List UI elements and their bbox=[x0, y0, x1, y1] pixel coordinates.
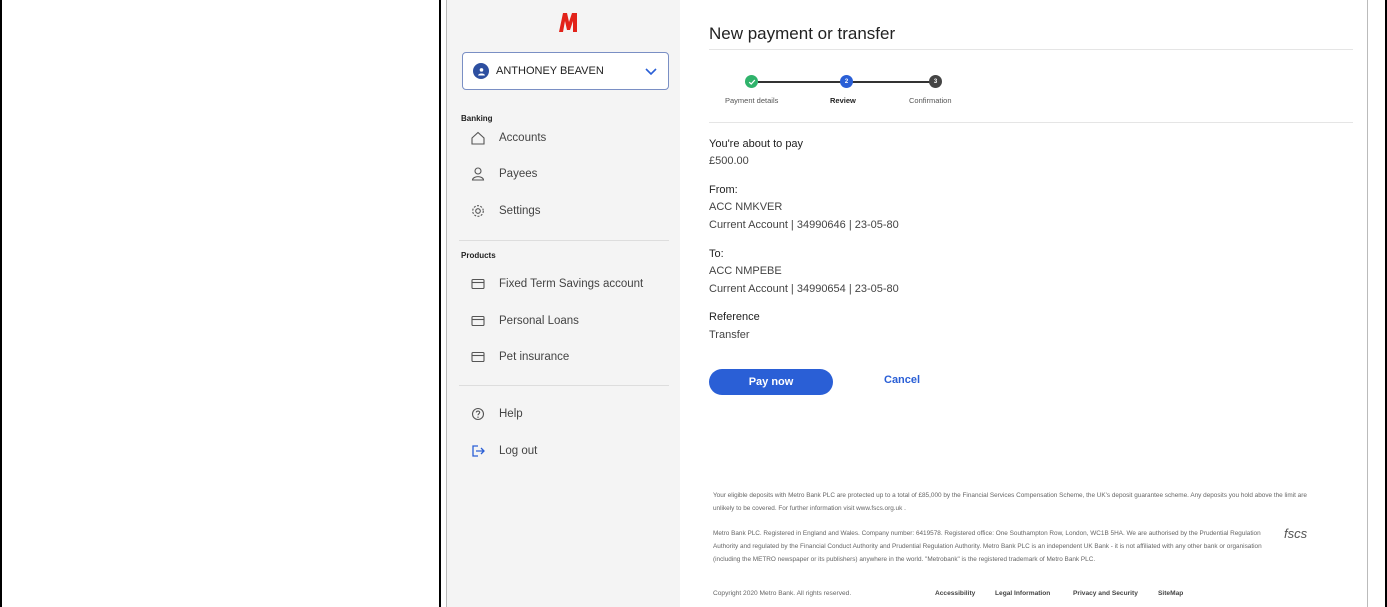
fscs-logo: fscs bbox=[1284, 526, 1308, 541]
sidebar-item-accounts[interactable]: Accounts bbox=[469, 128, 546, 148]
app-container: ANTHONEY BEAVEN Banking Accounts Payees … bbox=[446, 0, 1368, 607]
sidebar-divider bbox=[459, 240, 669, 241]
sidebar-item-personal-loans[interactable]: Personal Loans bbox=[469, 311, 579, 331]
sidebar-item-label: Fixed Term Savings account bbox=[499, 278, 644, 290]
person-icon bbox=[469, 165, 487, 183]
from-label: From: bbox=[709, 184, 738, 196]
gear-icon bbox=[469, 202, 487, 220]
from-account-name: ACC NMKVER bbox=[709, 201, 783, 213]
home-icon bbox=[469, 129, 487, 147]
step-label-payment-details: Payment details bbox=[725, 96, 779, 105]
to-account-detail: Current Account | 34990654 | 23-05-80 bbox=[709, 283, 899, 295]
user-account-select[interactable]: ANTHONEY BEAVEN bbox=[462, 52, 669, 90]
from-account-detail: Current Account | 34990646 | 23-05-80 bbox=[709, 219, 899, 231]
sidebar-item-label: Accounts bbox=[499, 132, 547, 144]
banking-section-title: Banking bbox=[461, 114, 493, 123]
sidebar-divider bbox=[459, 385, 669, 386]
cancel-link[interactable]: Cancel bbox=[884, 374, 920, 386]
stepper-connector bbox=[852, 81, 930, 83]
main-content: New payment or transfer 2 3 Payment deta… bbox=[680, 0, 1367, 607]
fscs-disclaimer: Your eligible deposits with Metro Bank P… bbox=[713, 492, 1307, 512]
sidebar-item-label: Help bbox=[499, 408, 523, 420]
page-title: New payment or transfer bbox=[709, 24, 896, 43]
sidebar-item-label: Personal Loans bbox=[499, 315, 579, 327]
sidebar-item-label: Pet insurance bbox=[499, 351, 570, 363]
chevron-down-icon bbox=[645, 68, 657, 76]
divider bbox=[439, 0, 441, 607]
card-icon bbox=[469, 348, 487, 366]
sidebar-item-help[interactable]: Help bbox=[469, 404, 523, 424]
footer-link-legal-information[interactable]: Legal Information bbox=[995, 590, 1050, 597]
user-name: ANTHONEY BEAVEN bbox=[496, 65, 604, 77]
title-divider bbox=[709, 49, 1353, 50]
sidebar-item-pet-insurance[interactable]: Pet insurance bbox=[469, 347, 569, 367]
logout-icon bbox=[469, 442, 487, 460]
step-number-2: 2 bbox=[840, 75, 853, 88]
sidebar-item-settings[interactable]: Settings bbox=[469, 201, 541, 221]
footer-link-privacy-and-security[interactable]: Privacy and Security bbox=[1073, 590, 1138, 597]
products-section-title: Products bbox=[461, 251, 496, 260]
company-registration-text: Metro Bank PLC. Registered in England an… bbox=[713, 530, 1262, 563]
sidebar-item-label: Settings bbox=[499, 205, 541, 217]
reference-label: Reference bbox=[709, 311, 760, 323]
copyright-text: Copyright 2020 Metro Bank. All rights re… bbox=[713, 590, 852, 597]
sidebar-item-label: Payees bbox=[499, 168, 538, 180]
step-label-review: Review bbox=[830, 96, 856, 105]
step-number-3: 3 bbox=[929, 75, 942, 88]
sidebar-item-payees[interactable]: Payees bbox=[469, 164, 537, 184]
stepper-connector bbox=[758, 81, 842, 83]
to-label: To: bbox=[709, 248, 724, 260]
sidebar-item-label: Log out bbox=[499, 445, 538, 457]
card-icon bbox=[469, 312, 487, 330]
step-complete-check-icon bbox=[745, 75, 758, 88]
card-icon bbox=[469, 275, 487, 293]
footer-link-sitemap[interactable]: SiteMap bbox=[1158, 590, 1183, 597]
stepper-divider bbox=[709, 122, 1353, 123]
step-label-confirmation: Confirmation bbox=[909, 96, 952, 105]
user-avatar-icon bbox=[473, 63, 489, 79]
footer-link-accessibility[interactable]: Accessibility bbox=[935, 590, 975, 597]
reference-value: Transfer bbox=[709, 329, 750, 341]
to-account-name: ACC NMPEBE bbox=[709, 265, 782, 277]
help-icon bbox=[469, 405, 487, 423]
pay-now-button[interactable]: Pay now bbox=[709, 369, 833, 395]
payment-amount: £500.00 bbox=[709, 155, 749, 167]
sidebar-item-logout[interactable]: Log out bbox=[469, 441, 537, 461]
metro-bank-logo[interactable] bbox=[557, 10, 581, 34]
sidebar-item-fixed-term-savings[interactable]: Fixed Term Savings account bbox=[469, 274, 643, 294]
sidebar: ANTHONEY BEAVEN Banking Accounts Payees … bbox=[447, 0, 680, 607]
about-to-pay-label: You're about to pay bbox=[709, 138, 804, 150]
